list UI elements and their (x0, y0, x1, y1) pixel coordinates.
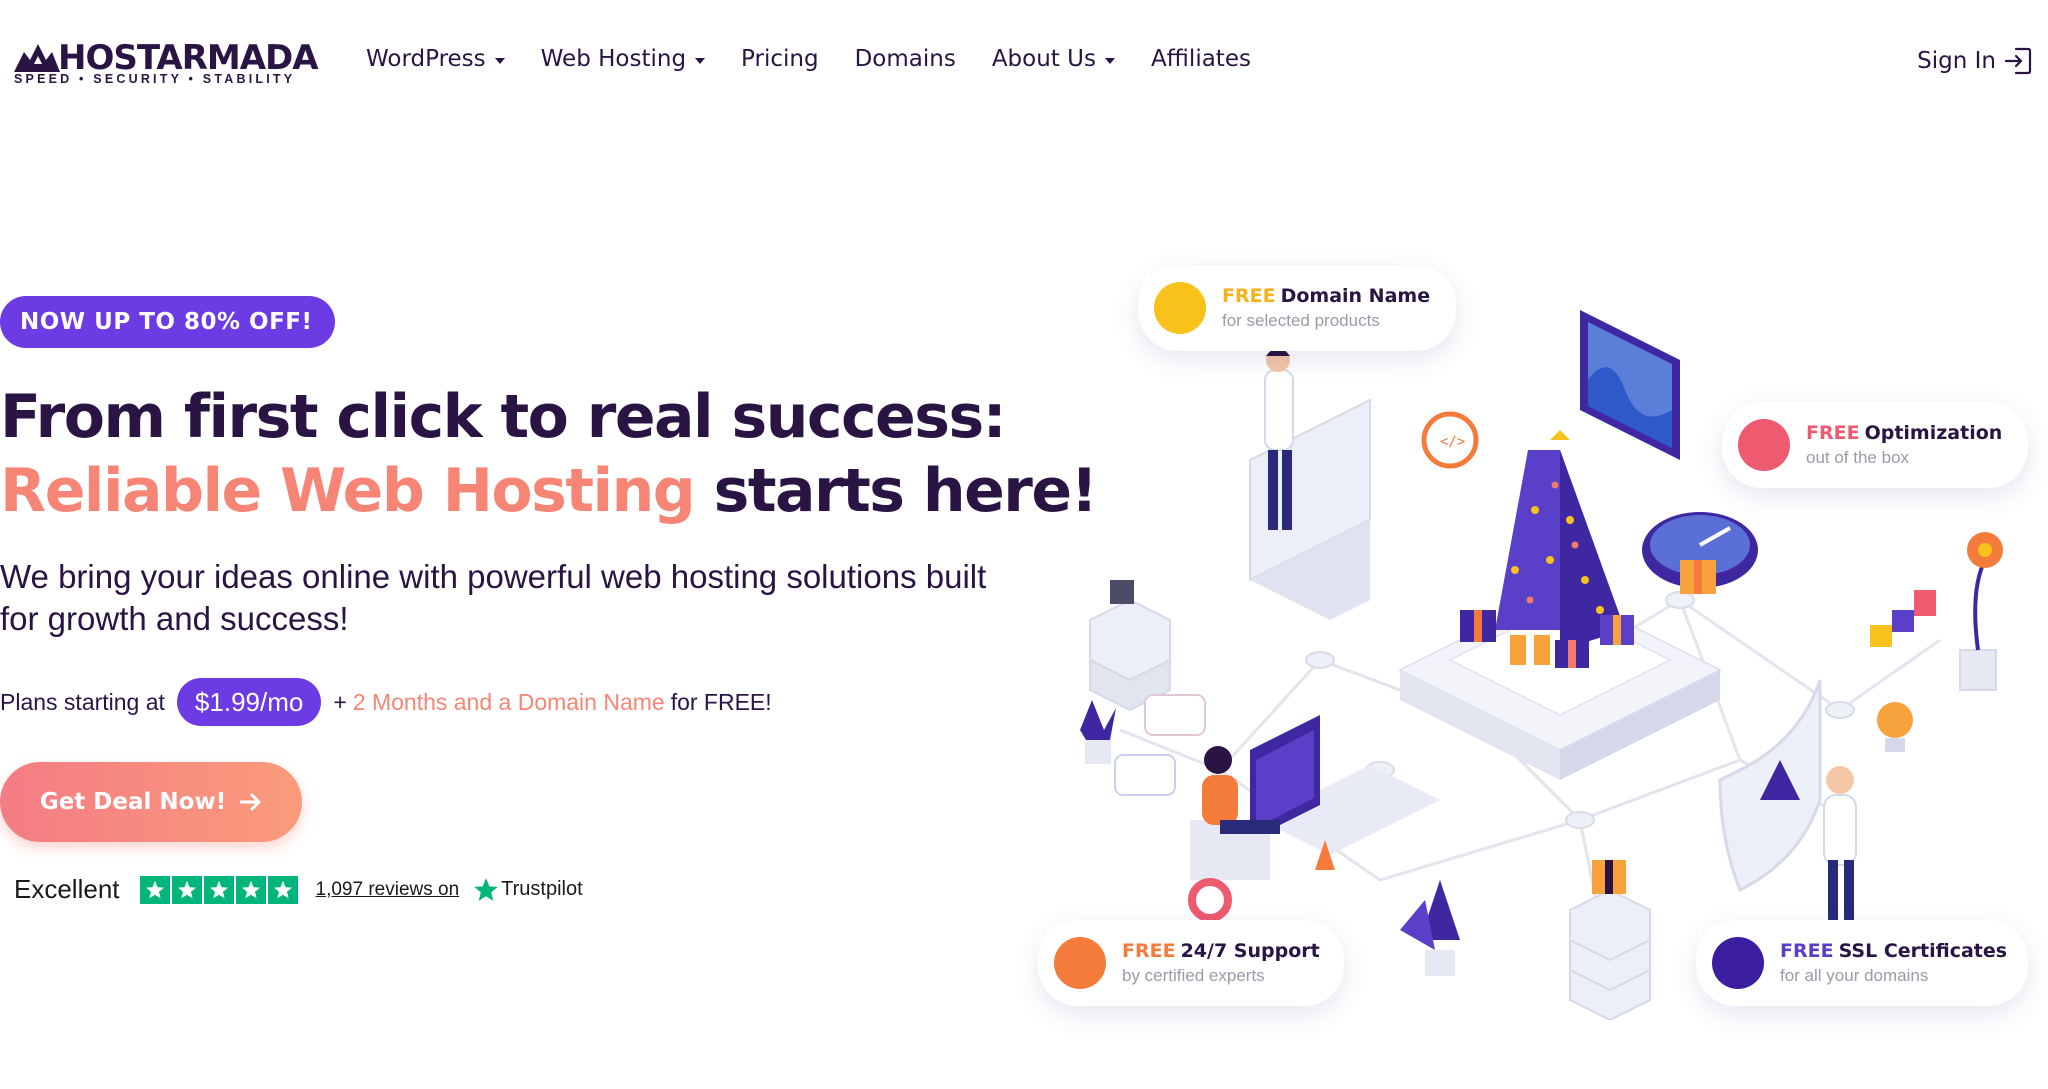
feature-free: FREE (1122, 940, 1176, 962)
isometric-network-illustration: </> (1080, 310, 2003, 1020)
nav-item-label: Affiliates (1150, 46, 1251, 72)
feature-text: FREE 24/7 Support by certified experts (1122, 940, 1320, 986)
trustpilot-brand: Trustpilot (501, 878, 583, 900)
svg-text:</>: </> (1440, 434, 1465, 450)
get-deal-label: Get Deal Now! (39, 789, 227, 815)
plans-plus: + (333, 688, 347, 715)
hero-subhead: We bring your ideas online with powerful… (0, 558, 987, 637)
feature-sub: by certified experts (1122, 966, 1265, 985)
headline-line-2-rest: starts here! (694, 456, 1098, 526)
feature-free: FREE (1222, 285, 1276, 307)
sign-in-label: Sign In (1917, 48, 1996, 74)
star-icon (171, 875, 202, 904)
trustpilot-rating-label: Excellent (14, 874, 120, 904)
trustpilot-star-icon (474, 877, 498, 901)
star-icon (139, 875, 170, 904)
feature-text: FREE Optimization out of the box (1806, 422, 2002, 468)
feature-title-text: 24/7 Support (1180, 940, 1320, 962)
feature-free: FREE (1780, 940, 1834, 962)
sign-in-link[interactable]: Sign In (1917, 46, 2032, 76)
headline-line-2: Reliable Web Hosting starts here! (0, 454, 1098, 528)
headline-accent: Reliable Web Hosting (0, 456, 696, 526)
logo-mark-icon (14, 44, 60, 72)
globe-icon (1140, 267, 1206, 334)
feature-title: FREE Domain Name (1222, 285, 1430, 307)
trustpilot-logo: Trustpilot (473, 877, 583, 903)
hero-illustration: </> FREE Domain Name for selected produc… (1038, 260, 2048, 1020)
feature-sub: out of the box (1806, 448, 1910, 467)
feature-sub: for all your domains (1780, 966, 1929, 985)
gauge-icon (1724, 404, 1790, 471)
lock-icon (1700, 927, 1764, 989)
lifebuoy-icon (1040, 922, 1106, 989)
nav-item-about-us[interactable]: About Us (992, 46, 1115, 72)
feature-card-support: FREE 24/7 Support by certified experts (1038, 920, 1344, 1006)
chevron-down-icon (494, 58, 505, 64)
chevron-down-icon (1104, 58, 1115, 64)
nav-item-pricing[interactable]: Pricing (741, 46, 819, 72)
feature-title: FREE 24/7 Support (1122, 940, 1320, 962)
nav-item-domains[interactable]: Domains (855, 46, 956, 72)
logo-tagline: SPEED • SECURITY • STABILITY (14, 72, 296, 86)
feature-card-domain: FREE Domain Name for selected products (1138, 265, 1456, 351)
nav-item-label: Pricing (741, 46, 819, 72)
feature-text: FREE SSL Certificates for all your domain… (1780, 940, 2007, 986)
feature-title-text: Optimization (1864, 422, 2003, 444)
feature-title-text: SSL Certificates (1838, 940, 2008, 962)
chevron-down-icon (695, 58, 706, 64)
feature-title: FREE Optimization (1806, 422, 2002, 444)
star-icon (267, 875, 298, 904)
logo[interactable]: HOSTARMADA SPEED • SECURITY • STABILITY (14, 38, 319, 86)
site-header: HOSTARMADA SPEED • SECURITY • STABILITY … (0, 0, 2048, 130)
nav-item-affiliates[interactable]: Affiliates (1151, 46, 1251, 72)
plans-bonus: 2 Months and a Domain Name (352, 688, 665, 715)
sign-in-icon (2004, 47, 2032, 75)
feature-title-text: Domain Name (1280, 285, 1431, 307)
plans-prefix: Plans starting at (0, 688, 165, 715)
plans-suffix: for FREE! (670, 688, 772, 715)
feature-free: FREE (1806, 422, 1860, 444)
nav-item-label: About Us (991, 46, 1096, 72)
trustpilot-widget[interactable]: Excellent 1,097 reviews on Trustpilot (14, 874, 583, 905)
star-icon (203, 875, 234, 904)
feature-text: FREE Domain Name for selected products (1222, 285, 1430, 331)
hero-headline: From first click to real success: Reliab… (0, 380, 1098, 528)
plans-line: Plans starting at $1.99/mo + 2 Months an… (0, 678, 772, 726)
nav-item-wordpress[interactable]: WordPress (366, 46, 505, 72)
arrow-right-icon (240, 793, 261, 811)
main-nav: WordPress Web Hosting Pricing Domains Ab… (366, 46, 1287, 72)
promo-badge: NOW UP TO 80% OFF! (0, 296, 335, 348)
trustpilot-reviews-link[interactable]: 1,097 reviews on (316, 879, 460, 901)
nav-item-label: Domains (854, 46, 956, 72)
nav-item-label: Web Hosting (540, 46, 687, 72)
star-icon (235, 875, 266, 904)
feature-title: FREE SSL Certificates (1780, 940, 2007, 962)
feature-card-optimization: FREE Optimization out of the box (1722, 402, 2028, 488)
feature-sub: for selected products (1222, 311, 1380, 330)
nav-item-web-hosting[interactable]: Web Hosting (540, 46, 706, 72)
get-deal-button[interactable]: Get Deal Now! (0, 762, 302, 842)
feature-card-ssl: FREE SSL Certificates for all your domain… (1696, 920, 2028, 1006)
price-badge: $1.99/mo (176, 678, 322, 726)
trustpilot-stars (139, 875, 300, 904)
nav-item-label: WordPress (366, 46, 486, 72)
headline-line-1: From first click to real success: (0, 382, 1007, 452)
